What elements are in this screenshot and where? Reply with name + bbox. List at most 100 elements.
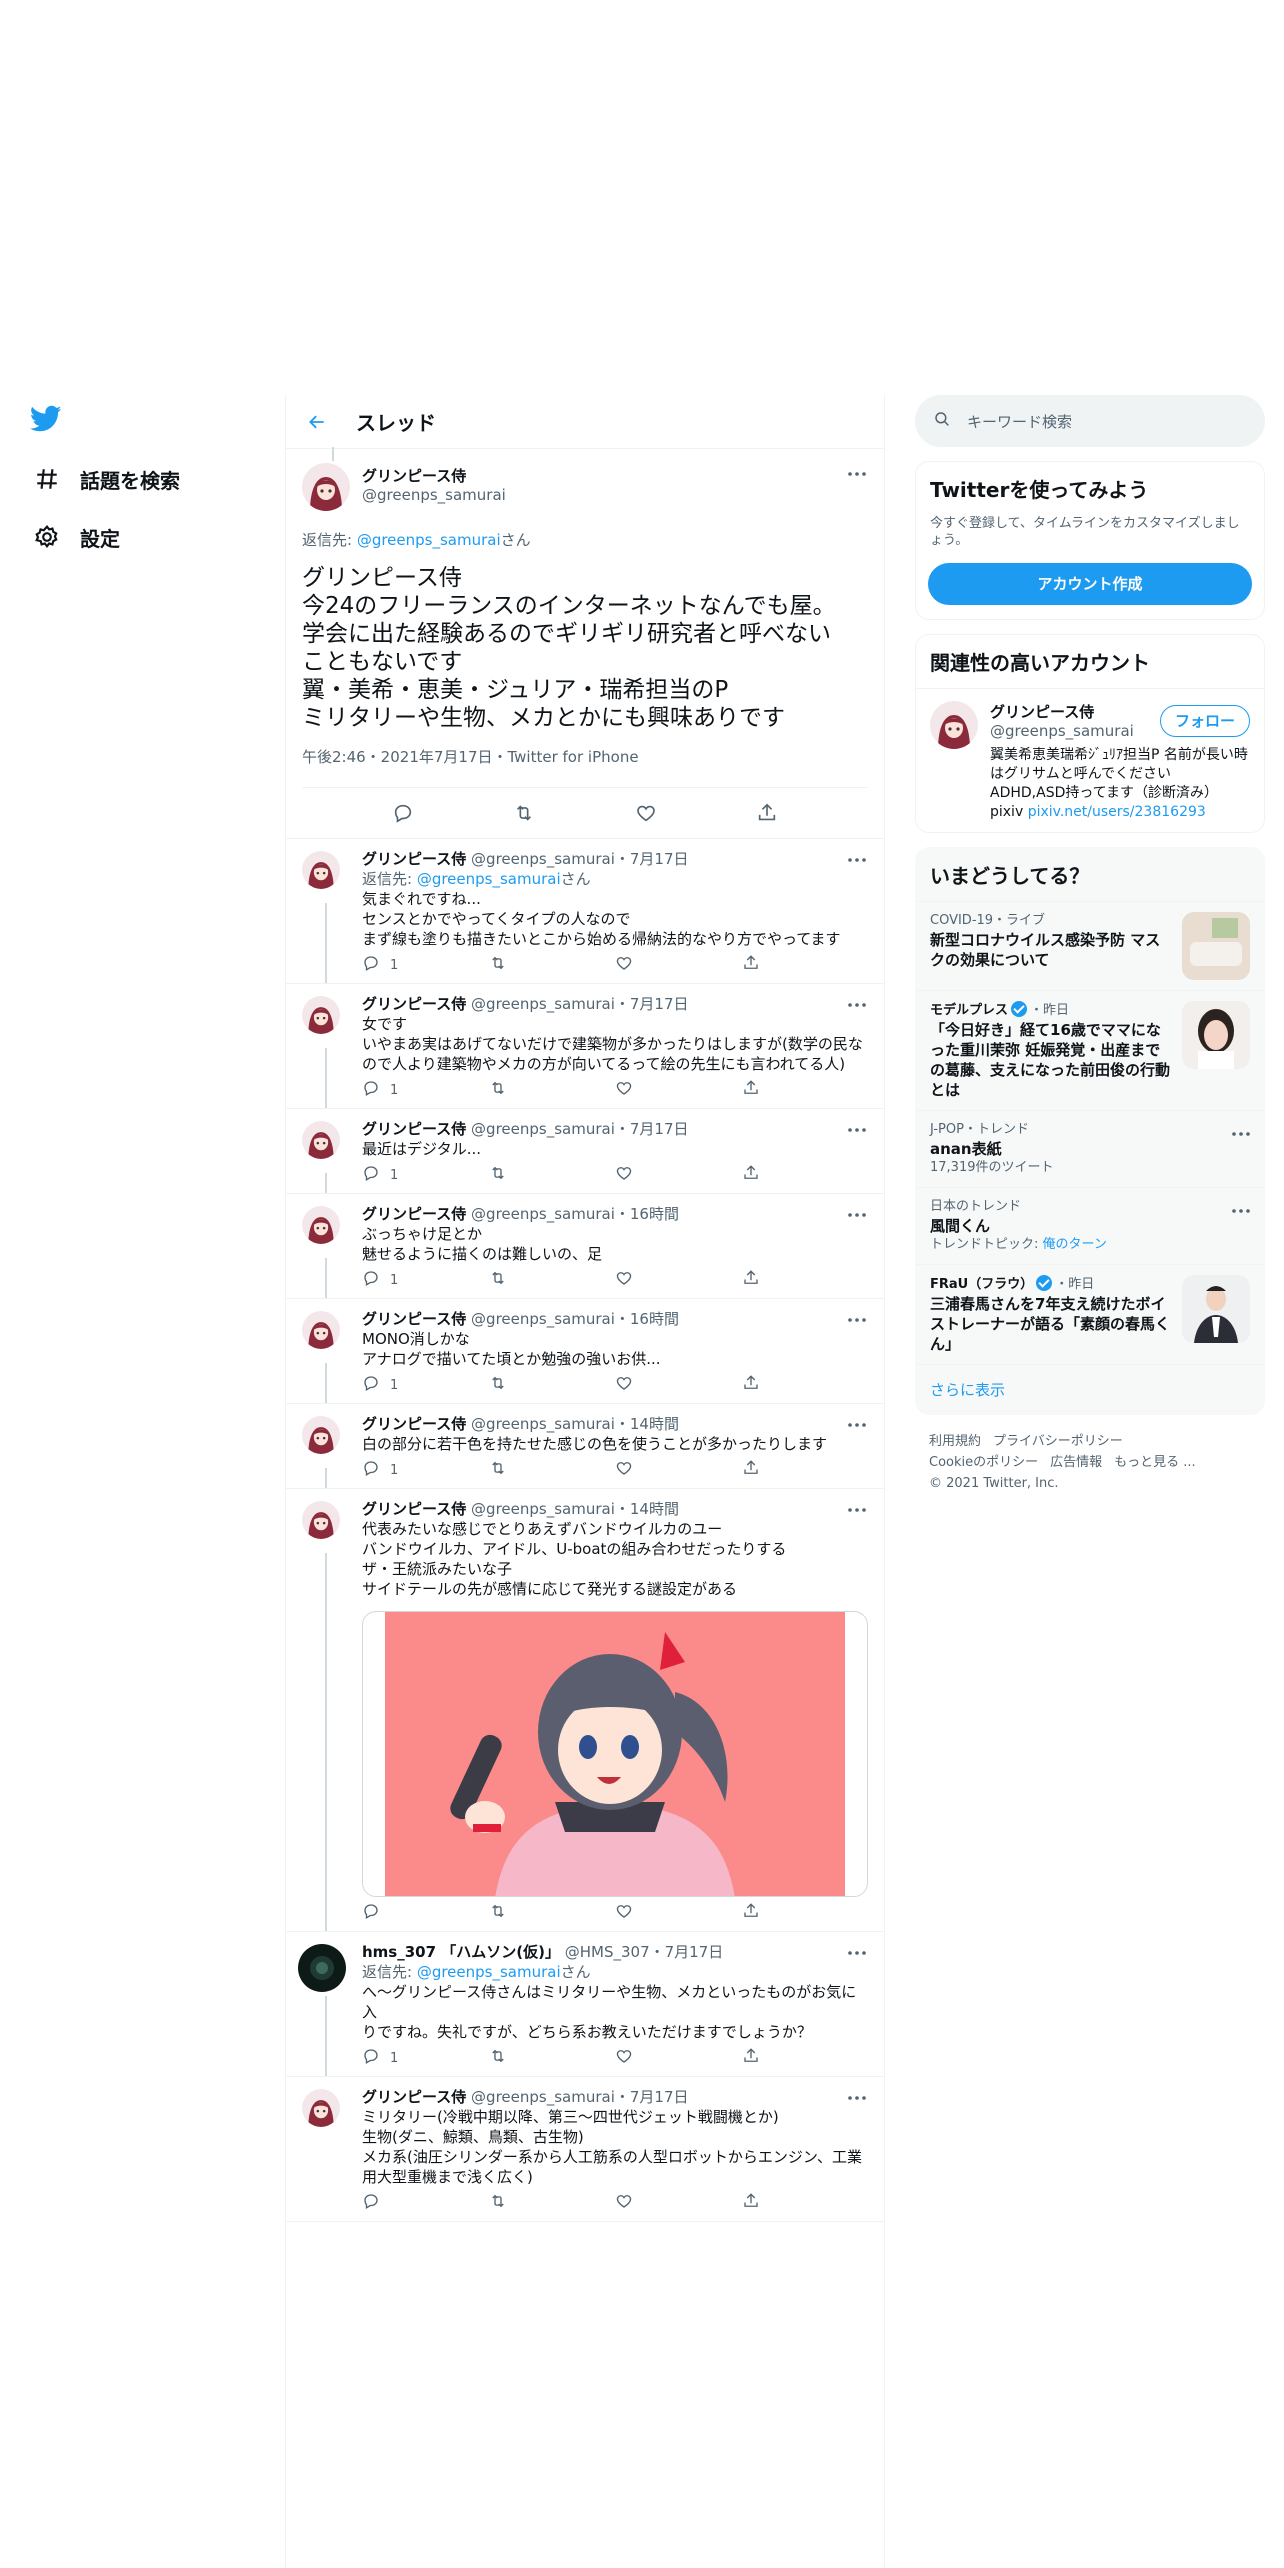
trend-item[interactable]: COVID-19・ライブ 新型コロナウイルス感染予防 マスクの効果について	[916, 901, 1264, 990]
reply-author-name[interactable]: グリンピース侍	[362, 2088, 466, 2106]
retweet-button[interactable]	[489, 1269, 616, 1291]
reply-tweet[interactable]: グリンピース侍 @greenps_samurai・7月17日 ミリタリー(冷戦中期…	[286, 2077, 884, 2222]
tweet-timestamp[interactable]: 午後2:46・2021年7月17日・Twitter for iPhone	[302, 746, 868, 788]
reply-tweet[interactable]: グリンピース侍 @greenps_samurai・16時間 ぶっちゃけ足とか 魅せ…	[286, 1194, 884, 1299]
like-button[interactable]	[615, 1269, 742, 1291]
search-box[interactable]: キーワード検索	[915, 395, 1265, 447]
reply-author-name[interactable]: hms_307 「ハムソン(仮)」	[362, 1943, 560, 1961]
share-button[interactable]	[742, 954, 869, 976]
reply-tweet[interactable]: グリンピース侍 @greenps_samurai・7月17日 最近はデジタル...…	[286, 1109, 884, 1194]
more-icon[interactable]	[846, 849, 868, 871]
reply-time[interactable]: ・7月17日	[615, 1120, 689, 1138]
more-icon[interactable]	[1232, 1121, 1250, 1140]
reply-time[interactable]: ・7月17日	[650, 1943, 724, 1961]
reply-time[interactable]: ・16時間	[615, 1310, 679, 1328]
retweet-button[interactable]	[489, 954, 616, 976]
avatar[interactable]	[302, 1311, 340, 1349]
share-icon[interactable]	[754, 800, 780, 826]
avatar[interactable]	[302, 2089, 340, 2127]
retweet-button[interactable]	[489, 2192, 616, 2214]
more-icon[interactable]	[846, 1414, 868, 1436]
reply-button[interactable]: 1	[362, 1164, 489, 1186]
create-account-button[interactable]: アカウント作成	[928, 563, 1252, 605]
share-button[interactable]	[742, 2192, 869, 2214]
trend-item[interactable]: モデルプレス ・昨日 「今日好き」経て16歳でママになった重川茉弥 妊娠発覚・出産ま…	[916, 990, 1264, 1110]
share-button[interactable]	[742, 1079, 869, 1101]
reply-time[interactable]: ・14時間	[615, 1415, 679, 1433]
avatar[interactable]	[298, 1944, 346, 1992]
more-icon[interactable]	[846, 1204, 868, 1226]
reply-button[interactable]: 1	[362, 954, 489, 976]
more-icon[interactable]	[846, 1942, 868, 1964]
more-icon[interactable]	[1232, 1198, 1250, 1217]
avatar[interactable]	[302, 1501, 340, 1539]
related-account[interactable]: グリンピース侍 @greenps_samurai 翼美希恵美瑞希ｼﾞｭﾘｱ担当P…	[916, 689, 1264, 832]
more-icon[interactable]	[846, 2087, 868, 2109]
reply-author-name[interactable]: グリンピース侍	[362, 1500, 466, 1518]
like-button[interactable]	[615, 1374, 742, 1396]
reply-tweet[interactable]: グリンピース侍 @greenps_samurai・7月17日 返信先: @gree…	[286, 839, 884, 984]
like-button[interactable]	[615, 1902, 742, 1924]
footer-cookie[interactable]: Cookieのポリシー	[929, 1455, 1038, 1470]
retweet-button[interactable]	[489, 2047, 616, 2069]
tweet-image[interactable]	[362, 1611, 868, 1897]
more-icon[interactable]	[846, 994, 868, 1016]
reply-author-name[interactable]: グリンピース侍	[362, 850, 466, 868]
reply-to-link[interactable]: @greenps_samurai	[417, 1963, 561, 1981]
nav-explore[interactable]: 話題を検索	[32, 459, 180, 499]
reply-tweet[interactable]: グリンピース侍 @greenps_samurai・14時間 白の部分に若干色を持た…	[286, 1404, 884, 1489]
reply-button[interactable]: 1	[362, 1374, 489, 1396]
avatar[interactable]	[930, 701, 978, 749]
like-button[interactable]	[615, 2192, 742, 2214]
reply-time[interactable]: ・7月17日	[615, 995, 689, 1013]
avatar[interactable]	[302, 996, 340, 1034]
like-icon[interactable]	[633, 800, 659, 826]
reply-button[interactable]: 1	[362, 2047, 489, 2069]
share-button[interactable]	[742, 2047, 869, 2069]
avatar[interactable]	[302, 1206, 340, 1244]
reply-time[interactable]: ・16時間	[615, 1205, 679, 1223]
reply-author-name[interactable]: グリンピース侍	[362, 1120, 466, 1138]
footer-terms[interactable]: 利用規約	[929, 1434, 981, 1449]
reply-button[interactable]: 1	[362, 1269, 489, 1291]
tweet-author[interactable]: グリンピース侍 @greenps_samurai	[302, 463, 868, 511]
reply-tweet[interactable]: グリンピース侍 @greenps_samurai・16時間 MONO消しかな アナ…	[286, 1299, 884, 1404]
avatar[interactable]	[302, 1121, 340, 1159]
reply-author-name[interactable]: グリンピース侍	[362, 1310, 466, 1328]
share-button[interactable]	[742, 1459, 869, 1481]
twitter-logo-icon[interactable]	[29, 405, 64, 435]
reply-author-name[interactable]: グリンピース侍	[362, 1205, 466, 1223]
avatar[interactable]	[302, 851, 340, 889]
back-arrow-icon[interactable]	[300, 405, 334, 439]
search-input[interactable]: キーワード検索	[967, 411, 1072, 432]
retweet-button[interactable]	[489, 1079, 616, 1101]
avatar[interactable]	[302, 463, 350, 511]
more-icon[interactable]	[846, 1309, 868, 1331]
trend-topic-link[interactable]: 俺のターン	[1043, 1237, 1107, 1252]
retweet-button[interactable]	[489, 1902, 616, 1924]
reply-button[interactable]: 1	[362, 1079, 489, 1101]
nav-settings[interactable]: 設定	[32, 517, 120, 557]
more-icon[interactable]	[846, 1499, 868, 1521]
avatar[interactable]	[302, 1416, 340, 1454]
reply-icon[interactable]	[390, 800, 416, 826]
reply-author-name[interactable]: グリンピース侍	[362, 1415, 466, 1433]
reply-tweet[interactable]: グリンピース侍 @greenps_samurai・14時間 代表みたいな感じでとり…	[286, 1489, 884, 1932]
reply-button[interactable]	[362, 1902, 489, 1924]
share-button[interactable]	[742, 1902, 869, 1924]
show-more-link[interactable]: さらに表示	[916, 1364, 1264, 1414]
like-button[interactable]	[615, 1164, 742, 1186]
reply-author-name[interactable]: グリンピース侍	[362, 995, 466, 1013]
related-bio-link[interactable]: pixiv.net/users/23816293	[1028, 804, 1206, 820]
like-button[interactable]	[615, 1079, 742, 1101]
reply-tweet[interactable]: hms_307 「ハムソン(仮)」 @HMS_307・7月17日 返信先: @gr…	[286, 1932, 884, 2077]
share-button[interactable]	[742, 1164, 869, 1186]
trend-item[interactable]: FRaU（フラウ） ・昨日 三浦春馬さんを7年支え続けたボイストレーナーが語る「素顔…	[916, 1264, 1264, 1364]
trend-item[interactable]: J-POP・トレンド anan表紙 17,319件のツイート	[916, 1110, 1264, 1187]
reply-time[interactable]: ・7月17日	[615, 850, 689, 868]
like-button[interactable]	[615, 1459, 742, 1481]
retweet-button[interactable]	[489, 1164, 616, 1186]
footer-ads[interactable]: 広告情報	[1050, 1455, 1102, 1470]
retweet-icon[interactable]	[511, 800, 537, 826]
reply-button[interactable]: 1	[362, 1459, 489, 1481]
